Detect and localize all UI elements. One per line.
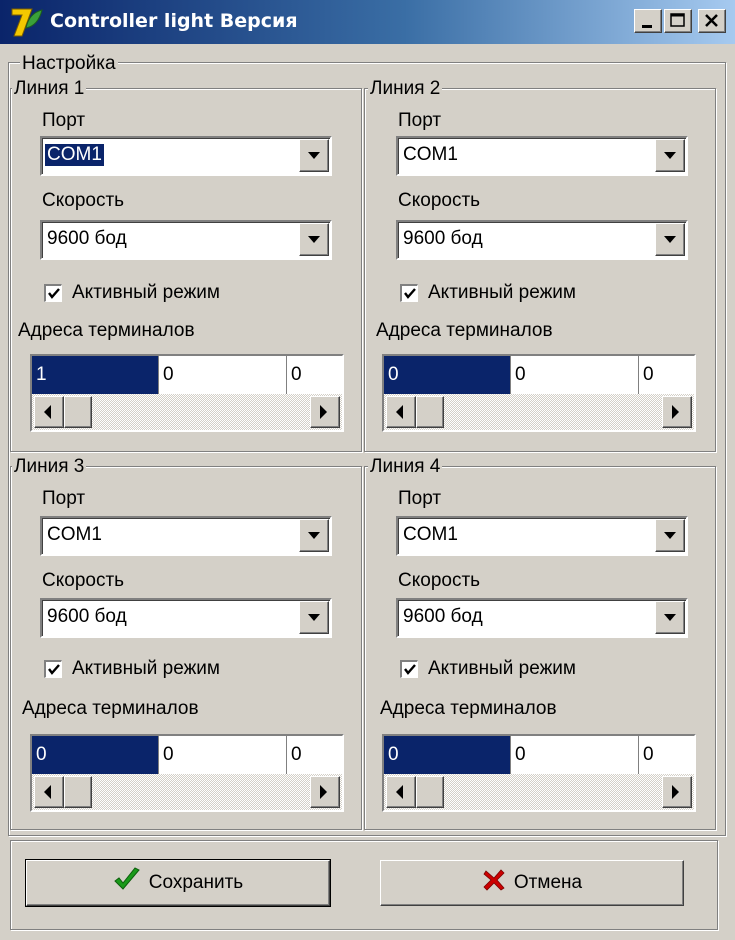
line-4-port-select[interactable]: COM1 [396, 516, 688, 556]
line-2-port-label: Порт [398, 110, 442, 131]
line-4-speed-value: 9600 бод [403, 606, 483, 627]
save-button[interactable]: Сохранить [25, 859, 331, 907]
address-cell[interactable]: 0 [384, 736, 511, 774]
line-4-port-value: COM1 [403, 524, 458, 545]
line-2-addresses-grid[interactable]: 0 0 0 [382, 354, 696, 432]
x-icon [482, 868, 506, 898]
line-3-port-label: Порт [42, 488, 86, 509]
settings-group-label: Настройка [20, 53, 118, 74]
line-4-horizontal-scrollbar[interactable] [384, 774, 694, 810]
address-cell[interactable]: 0 [639, 736, 694, 774]
line-3-title: Линия 3 [12, 456, 87, 477]
line-1-speed-dropdown-button[interactable] [299, 223, 329, 256]
line-4-active-label: Активный режим [428, 658, 576, 679]
line-2-horizontal-scrollbar[interactable] [384, 394, 694, 430]
line-1-title: Линия 1 [12, 78, 87, 99]
scroll-left-button[interactable] [386, 396, 416, 428]
scroll-thumb[interactable] [416, 396, 444, 428]
scroll-thumb[interactable] [64, 396, 92, 428]
scroll-right-button[interactable] [662, 396, 692, 428]
line-2-speed-select[interactable]: 9600 бод [396, 220, 688, 260]
maximize-button[interactable] [664, 9, 692, 33]
minimize-button[interactable] [634, 9, 662, 33]
cancel-button-label: Отмена [513, 872, 583, 893]
line-3-speed-label: Скорость [42, 570, 125, 591]
address-cell[interactable]: 1 [32, 356, 159, 394]
line-3-addresses-label: Адреса терминалов [22, 698, 199, 719]
line-2-port-value: COM1 [403, 144, 458, 165]
cancel-button[interactable]: Отмена [380, 860, 684, 906]
line-2-active-label: Активный режим [428, 282, 576, 303]
line-3-speed-value: 9600 бод [47, 606, 127, 627]
app-7-icon[interactable] [10, 6, 44, 38]
scroll-right-button[interactable] [662, 776, 692, 808]
line-4-title: Линия 4 [368, 456, 443, 477]
line-3-speed-select[interactable]: 9600 бод [40, 598, 332, 638]
scroll-left-button[interactable] [386, 776, 416, 808]
line-2-speed-dropdown-button[interactable] [655, 223, 685, 256]
line-2-title: Линия 2 [368, 78, 443, 99]
window-title: Controller light Версия [50, 10, 298, 32]
address-cell[interactable]: 0 [511, 356, 639, 394]
line-2-speed-value: 9600 бод [403, 228, 483, 249]
line-1-port-label: Порт [42, 110, 86, 131]
line-1-active-checkbox[interactable] [44, 284, 62, 302]
line-2-active-checkbox[interactable] [400, 284, 418, 302]
line-3-active-label: Активный режим [72, 658, 220, 679]
line-3-port-select[interactable]: COM1 [40, 516, 332, 556]
save-button-label: Сохранить [148, 872, 244, 893]
scroll-left-button[interactable] [34, 396, 64, 428]
line-1-horizontal-scrollbar[interactable] [32, 394, 342, 430]
line-1-addresses-label: Адреса терминалов [18, 320, 195, 341]
line-4-active-checkbox[interactable] [400, 660, 418, 678]
line-1-port-dropdown-button[interactable] [299, 139, 329, 172]
line-2-speed-label: Скорость [398, 190, 481, 211]
line-4-speed-select[interactable]: 9600 бод [396, 598, 688, 638]
scroll-right-button[interactable] [310, 396, 340, 428]
line-1-port-value: COM1 [45, 144, 104, 166]
line-1-speed-label: Скорость [42, 190, 125, 211]
address-cell[interactable]: 0 [159, 356, 287, 394]
scroll-right-button[interactable] [310, 776, 340, 808]
line-1-addresses-grid[interactable]: 1 0 0 [30, 354, 344, 432]
line-1-active-label: Активный режим [72, 282, 220, 303]
line-2-port-dropdown-button[interactable] [655, 139, 685, 172]
scroll-thumb[interactable] [416, 776, 444, 808]
line-3-port-value: COM1 [47, 524, 102, 545]
line-3-speed-dropdown-button[interactable] [299, 601, 329, 634]
address-cell[interactable]: 0 [287, 736, 342, 774]
line-3-active-checkbox[interactable] [44, 660, 62, 678]
address-cell[interactable]: 0 [32, 736, 159, 774]
line-1-speed-select[interactable]: 9600 бод [40, 220, 332, 260]
line-4-speed-dropdown-button[interactable] [655, 601, 685, 634]
line-3-port-dropdown-button[interactable] [299, 519, 329, 552]
line-2-port-select[interactable]: COM1 [396, 136, 688, 176]
checkmark-icon [113, 867, 141, 899]
line-3-horizontal-scrollbar[interactable] [32, 774, 342, 810]
line-4-addresses-grid[interactable]: 0 0 0 [382, 734, 696, 812]
close-button[interactable] [698, 9, 726, 33]
scroll-left-button[interactable] [34, 776, 64, 808]
address-cell[interactable]: 0 [159, 736, 287, 774]
line-3-addresses-grid[interactable]: 0 0 0 [30, 734, 344, 812]
line-4-speed-label: Скорость [398, 570, 481, 591]
scroll-thumb[interactable] [64, 776, 92, 808]
line-4-port-dropdown-button[interactable] [655, 519, 685, 552]
address-cell[interactable]: 0 [511, 736, 639, 774]
address-cell[interactable]: 0 [639, 356, 694, 394]
line-1-speed-value: 9600 бод [47, 228, 127, 249]
line-4-port-label: Порт [398, 488, 442, 509]
line-2-addresses-label: Адреса терминалов [376, 320, 553, 341]
line-1-port-select[interactable]: COM1 [40, 136, 332, 176]
address-cell[interactable]: 0 [384, 356, 511, 394]
address-cell[interactable]: 0 [287, 356, 342, 394]
title-bar[interactable]: Controller light Версия [0, 0, 735, 44]
line-4-addresses-label: Адреса терминалов [380, 698, 557, 719]
